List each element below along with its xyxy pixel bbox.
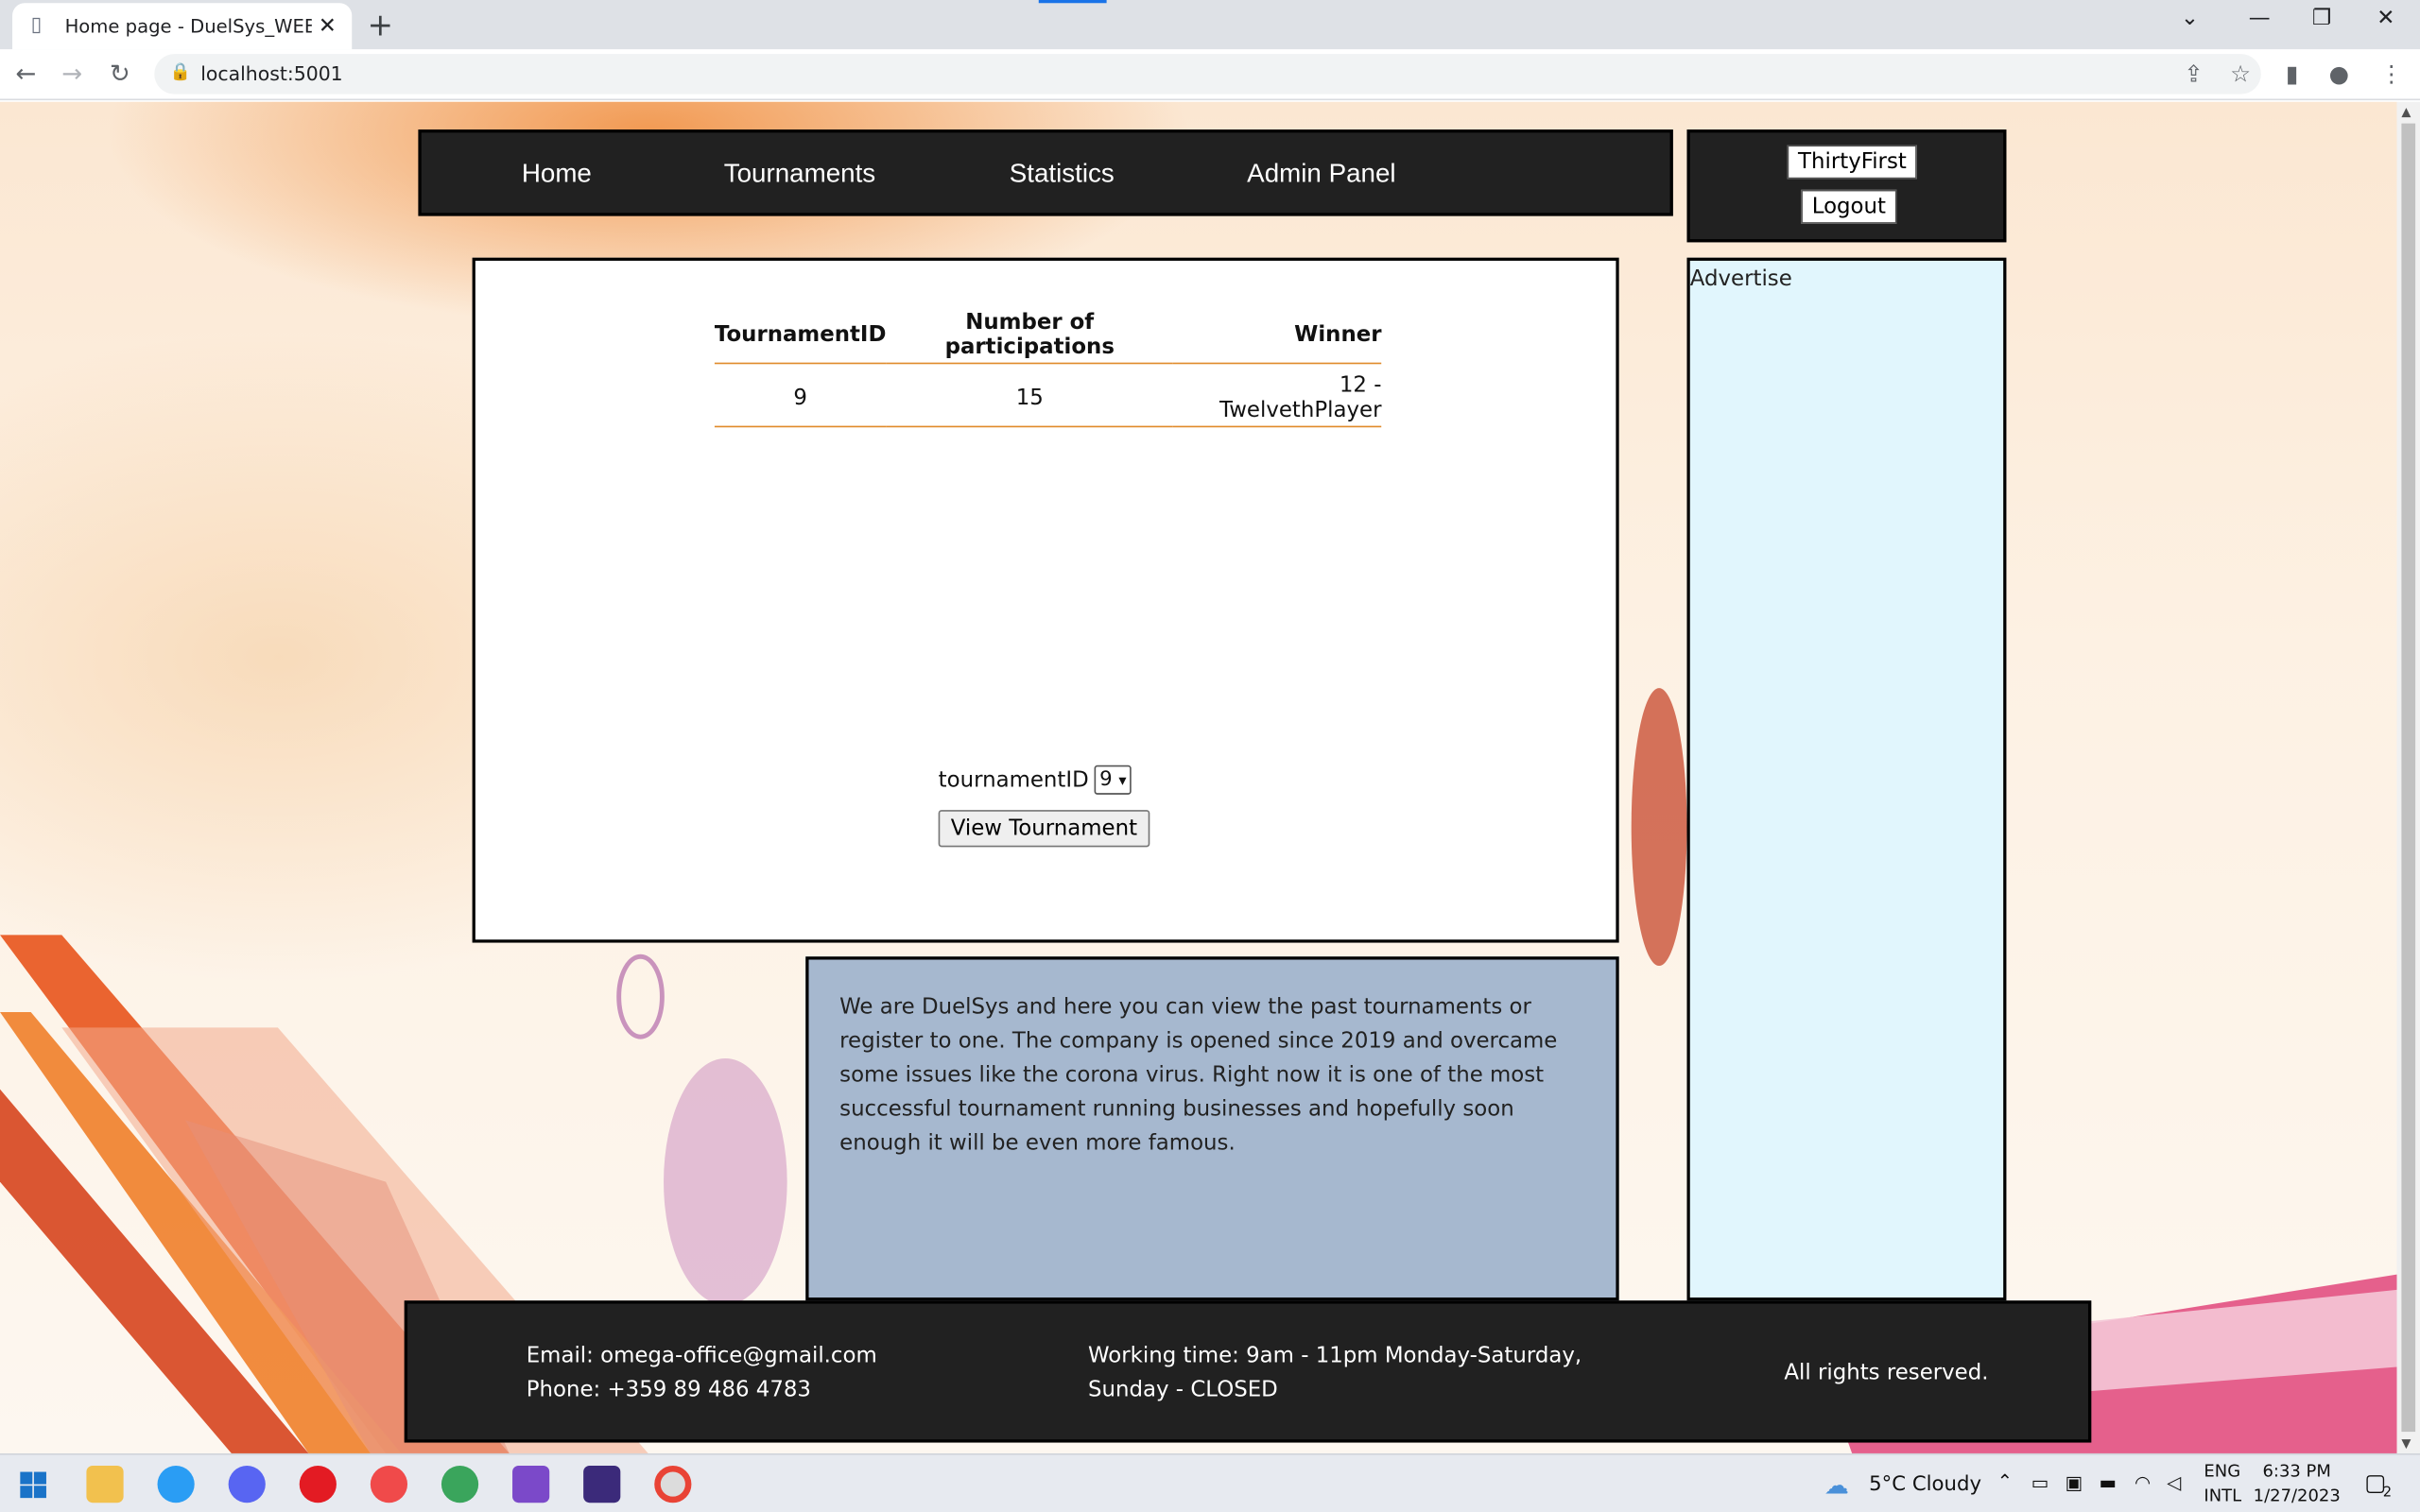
footer-hours-line2: Sunday - CLOSED (1088, 1377, 1278, 1403)
site-footer: Email: omega-office@gmail.com Phone: +35… (404, 1300, 2092, 1443)
menu-kebab-icon[interactable]: ⋮ (2380, 60, 2403, 88)
new-tab-icon[interactable]: + (368, 7, 393, 43)
tournaments-table: TournamentID Number of participations Wi… (714, 306, 1382, 428)
site-nav: Home Tournaments Statistics Admin Panel (418, 129, 1673, 216)
username-button[interactable]: ThirtyFirst (1787, 145, 1918, 180)
profile-icon[interactable]: ● (2329, 60, 2349, 88)
notification-count: 2 (2382, 1486, 2393, 1502)
tournament-id-select[interactable]: 9 ▾ (1095, 765, 1132, 795)
user-box: ThirtyFirst Logout (1686, 129, 2007, 243)
footer-phone: Phone: +359 89 486 4783 (526, 1377, 811, 1403)
col-header-id: TournamentID (714, 306, 887, 365)
clock-date[interactable]: 1/27/2023 (2254, 1486, 2341, 1505)
scroll-down-icon[interactable]: ▼ (2401, 1436, 2411, 1451)
browser-toolbar: ← → ↻ 🔒 localhost:5001 ⇪ ☆ ▮ ● ⋮ (0, 49, 2420, 101)
about-box: We are DuelSys and here you can view the… (805, 956, 1619, 1301)
footer-rights: All rights reserved. (1784, 1360, 1989, 1386)
chevron-down-icon: ▾ (1118, 772, 1127, 790)
advert-panel: Advertise (1686, 257, 2007, 1301)
view-tournament-button[interactable]: View Tournament (938, 810, 1150, 848)
weather-text[interactable]: 5°C Cloudy (1869, 1473, 1981, 1496)
close-window-icon[interactable]: ✕ (2377, 7, 2394, 31)
tournament-id-label: tournamentID (938, 767, 1089, 793)
bookmark-star-icon[interactable]: ☆ (2230, 60, 2251, 88)
tournament-selector: tournamentID 9 ▾ (939, 765, 1132, 795)
table-header-row: TournamentID Number of participations Wi… (714, 306, 1382, 365)
windows-taskbar: ☁ 5°C Cloudy ⌃ ▭ ▣ ▬ ◠ ◁ ENG INTL 6:33 P… (0, 1452, 2420, 1512)
cell-winner: 12 - TwelvethPlayer (1173, 363, 1382, 428)
screen-icon[interactable]: ▣ (2065, 1472, 2083, 1494)
discord-icon[interactable] (228, 1466, 266, 1503)
battery-icon[interactable]: ▬ (2099, 1472, 2117, 1494)
address-bar[interactable]: 🔒 localhost:5001 (154, 54, 2261, 94)
edge-icon[interactable] (157, 1466, 195, 1503)
cloud-icon: ☁ (1824, 1469, 1849, 1500)
ea-icon[interactable] (370, 1466, 408, 1503)
col-header-winner: Winner (1173, 306, 1382, 365)
language-secondary[interactable]: INTL (2204, 1486, 2241, 1505)
opera-icon[interactable] (299, 1466, 337, 1503)
logout-button[interactable]: Logout (1801, 189, 1897, 224)
tab-title: Home page - DuelSys_WEB_Appl (64, 15, 312, 38)
side-panel-icon[interactable]: ▮ (2286, 60, 2298, 88)
nav-tournaments[interactable]: Tournaments (724, 159, 875, 190)
nav-admin-panel[interactable]: Admin Panel (1247, 159, 1395, 190)
about-text: We are DuelSys and here you can view the… (839, 995, 1558, 1156)
network-app-icon[interactable] (441, 1466, 479, 1503)
footer-hours: Working time: 9am - 11pm Monday-Saturday… (1088, 1339, 1582, 1407)
table-row: 9 15 12 - TwelvethPlayer (714, 363, 1382, 428)
tab-loading-indicator (1038, 0, 1107, 4)
windows-start-icon[interactable] (20, 1471, 46, 1499)
minimize-icon[interactable]: — (2249, 7, 2271, 31)
footer-contact: Email: omega-office@gmail.com Phone: +35… (527, 1339, 877, 1407)
advert-label: Advertise (1689, 266, 1792, 292)
restore-icon[interactable]: ❐ (2312, 7, 2332, 31)
terminal-icon[interactable] (583, 1466, 621, 1503)
cell-participations: 15 (886, 363, 1174, 428)
tab-search-icon[interactable]: ⌄ (2181, 7, 2199, 31)
main-panel: TournamentID Number of participations Wi… (472, 257, 1619, 943)
footer-email: Email: omega-office@gmail.com (526, 1344, 877, 1369)
selected-value: 9 (1099, 768, 1113, 792)
language-primary[interactable]: ENG (2204, 1461, 2240, 1481)
cell-tournament-id: 9 (714, 363, 887, 428)
col-header-participations: Number of participations (886, 306, 1174, 365)
chrome-icon[interactable] (654, 1466, 692, 1503)
close-tab-icon[interactable]: ✕ (319, 14, 337, 39)
browser-tab[interactable]: ▯ Home page - DuelSys_WEB_Appl ✕ (12, 3, 353, 50)
nav-statistics[interactable]: Statistics (1010, 159, 1115, 190)
page-viewport: Home Tournaments Statistics Admin Panel … (0, 101, 2397, 1453)
lock-icon: 🔒 (169, 61, 191, 82)
share-icon[interactable]: ⇪ (2184, 60, 2204, 88)
footer-hours-line1: Working time: 9am - 11pm Monday-Saturday… (1088, 1344, 1582, 1369)
meet-icon[interactable]: ▭ (2031, 1472, 2049, 1494)
scrollbar-thumb[interactable] (2401, 123, 2416, 1433)
scroll-up-icon[interactable]: ▲ (2401, 105, 2411, 119)
nav-home[interactable]: Home (522, 159, 592, 190)
wifi-icon[interactable]: ◠ (2135, 1472, 2151, 1494)
page-scrollbar[interactable]: ▲ ▼ (2396, 101, 2420, 1453)
chevron-up-icon[interactable]: ⌃ (1997, 1470, 2013, 1492)
url-text: localhost:5001 (200, 61, 343, 85)
page-icon: ▯ (30, 13, 43, 38)
forward-icon[interactable]: → (61, 59, 82, 88)
clock-time[interactable]: 6:33 PM (2262, 1461, 2330, 1481)
back-icon[interactable]: ← (15, 59, 36, 88)
reload-icon[interactable]: ↻ (110, 59, 130, 88)
visual-studio-icon[interactable] (512, 1466, 550, 1503)
file-explorer-icon[interactable] (86, 1466, 124, 1503)
volume-icon[interactable]: ◁ (2167, 1472, 2181, 1494)
browser-tabstrip: ▯ Home page - DuelSys_WEB_Appl ✕ + ⌄ — ❐… (0, 0, 2420, 50)
